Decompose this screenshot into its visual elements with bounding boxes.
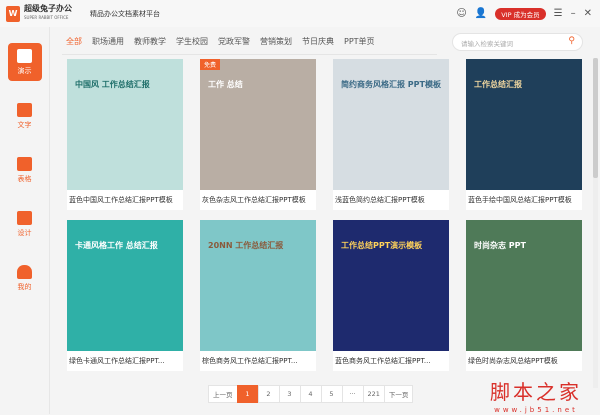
tab-all[interactable]: 全部 [66,36,82,47]
brand: 超级兔子办公 SUPER RABBIT OFFICE [24,5,72,22]
template-card[interactable]: 时尚杂志 PPT 绿色时尚杂志风总结PPT模板 [466,220,582,371]
template-card[interactable]: 卡通风格工作 总结汇报 绿色卡通风工作总结汇报PPT... [67,220,183,371]
tab-marketing[interactable]: 营销策划 [260,36,292,47]
vip-button[interactable]: VIP 成为会员 [495,7,546,20]
template-card[interactable]: 工作总结PPT演示模板 蓝色商务风工作总结汇报PPT... [333,220,449,371]
search-placeholder: 请输入检索关键词 [461,40,513,48]
page-button[interactable]: 1 [236,385,259,403]
template-title[interactable]: 绿色时尚杂志风总结PPT模板 [466,351,582,371]
person-icon [17,264,32,279]
next-page-button[interactable]: 下一页 [383,385,414,403]
tab-festival[interactable]: 节日庆典 [302,36,334,47]
design-icon [17,210,32,225]
sidebar-item-presentation[interactable]: 演示 [7,43,42,81]
search-input[interactable]: 请输入检索关键词 ⚲ [452,33,583,51]
template-card[interactable]: 免费 工作 总结 灰色杂志风工作总结汇报PPT模板 [200,59,316,210]
template-title[interactable]: 灰色杂志风工作总结汇报PPT模板 [200,190,316,210]
scrollbar-thumb[interactable] [593,58,598,178]
free-badge: 免费 [200,59,221,70]
prev-page-button[interactable]: 上一页 [208,385,238,403]
page-button[interactable]: 3 [278,385,301,403]
page-button[interactable]: 5 [320,385,343,403]
sidebar: 演示 文字 表格 设计 我的 [0,27,50,414]
template-card[interactable]: 简约商务风格汇报 PPT模板 浅蓝色简约总结汇报PPT模板 [333,59,449,210]
sidebar-label: 我的 [17,282,32,291]
thumbnail-text: 工作 总结 [208,80,243,89]
page-ellipsis: ··· [341,385,364,403]
platform-title: 精品办公文档素材平台 [90,9,160,18]
template-thumbnail[interactable]: 20NN 工作总结汇报 [200,220,316,351]
support-icon[interactable]: ☺ [456,8,466,19]
template-title[interactable]: 蓝色中国风工作总结汇报PPT模板 [67,190,183,210]
user-icon[interactable]: 👤 [475,8,487,19]
menu-icon[interactable]: ☰ [554,8,563,19]
thumbnail-text: 20NN 工作总结汇报 [208,241,284,250]
thumbnail-text: 卡通风格工作 总结汇报 [75,241,158,250]
template-card[interactable]: 中国风 工作总结汇报 蓝色中国风工作总结汇报PPT模板 [67,59,183,210]
close-icon[interactable]: ✕ [584,8,592,19]
sidebar-label: 演示 [17,66,32,75]
search-icon[interactable]: ⚲ [568,36,575,46]
tab-workplace[interactable]: 职场通用 [92,36,124,47]
minimize-icon[interactable]: – [571,8,576,19]
page-button[interactable]: 4 [299,385,322,403]
brand-name: 超级兔子办公 [24,4,72,13]
template-title[interactable]: 棕色商务风工作总结汇报PPT... [200,351,316,371]
text-icon [17,102,32,117]
table-icon [17,156,32,171]
scrollbar[interactable] [593,58,598,388]
title-bar: W 超级兔子办公 SUPER RABBIT OFFICE 精品办公文档素材平台 ☺… [0,0,600,27]
tab-government[interactable]: 党政军警 [218,36,250,47]
template-title[interactable]: 蓝色手绘中国风总结汇报PPT模板 [466,190,582,210]
template-card[interactable]: 工作总结汇报 蓝色手绘中国风总结汇报PPT模板 [466,59,582,210]
sidebar-label: 表格 [17,174,32,183]
app-logo: W [6,5,20,22]
template-thumbnail[interactable]: 中国风 工作总结汇报 [67,59,183,190]
brand-sub: SUPER RABBIT OFFICE [24,15,69,20]
thumbnail-text: 工作总结汇报 [474,80,522,89]
sidebar-label: 设计 [17,228,32,237]
sidebar-item-text[interactable]: 文字 [8,97,42,135]
page-button[interactable]: 2 [257,385,280,403]
thumbnail-text: 简约商务风格汇报 PPT模板 [341,80,441,89]
sidebar-item-sheet[interactable]: 表格 [8,151,42,189]
pagination: 上一页 1 2 3 4 5 ··· 221 下一页 [208,385,414,403]
template-title[interactable]: 绿色卡通风工作总结汇报PPT... [67,351,183,371]
page-button[interactable]: 221 [362,385,385,403]
template-thumbnail[interactable]: 免费 工作 总结 [200,59,316,190]
thumbnail-text: 工作总结PPT演示模板 [341,241,423,250]
sidebar-item-design[interactable]: 设计 [8,205,42,243]
watermark-title: 脚本之家 [490,380,582,404]
category-tabs: 全部 职场通用 教师教学 学生校园 党政军警 营销策划 节日庆典 PPT单页 [66,36,375,47]
template-thumbnail[interactable]: 时尚杂志 PPT [466,220,582,351]
watermark: 脚本之家 www.jb51.net [490,376,582,415]
divider [62,54,437,55]
thumbnail-text: 时尚杂志 PPT [474,241,526,250]
template-thumbnail[interactable]: 简约商务风格汇报 PPT模板 [333,59,449,190]
sidebar-label: 文字 [17,120,32,129]
sidebar-item-mine[interactable]: 我的 [8,259,42,297]
template-thumbnail[interactable]: 工作总结汇报 [466,59,582,190]
tab-ppt-page[interactable]: PPT单页 [344,36,375,47]
tab-campus[interactable]: 学生校园 [176,36,208,47]
presentation-icon [17,48,32,63]
template-thumbnail[interactable]: 卡通风格工作 总结汇报 [67,220,183,351]
template-thumbnail[interactable]: 工作总结PPT演示模板 [333,220,449,351]
tab-teaching[interactable]: 教师教学 [134,36,166,47]
template-card[interactable]: 20NN 工作总结汇报 棕色商务风工作总结汇报PPT... [200,220,316,371]
template-title[interactable]: 蓝色商务风工作总结汇报PPT... [333,351,449,371]
thumbnail-text: 中国风 工作总结汇报 [75,80,150,89]
watermark-url: www.jb51.net [494,406,578,414]
template-title[interactable]: 浅蓝色简约总结汇报PPT模板 [333,190,449,210]
